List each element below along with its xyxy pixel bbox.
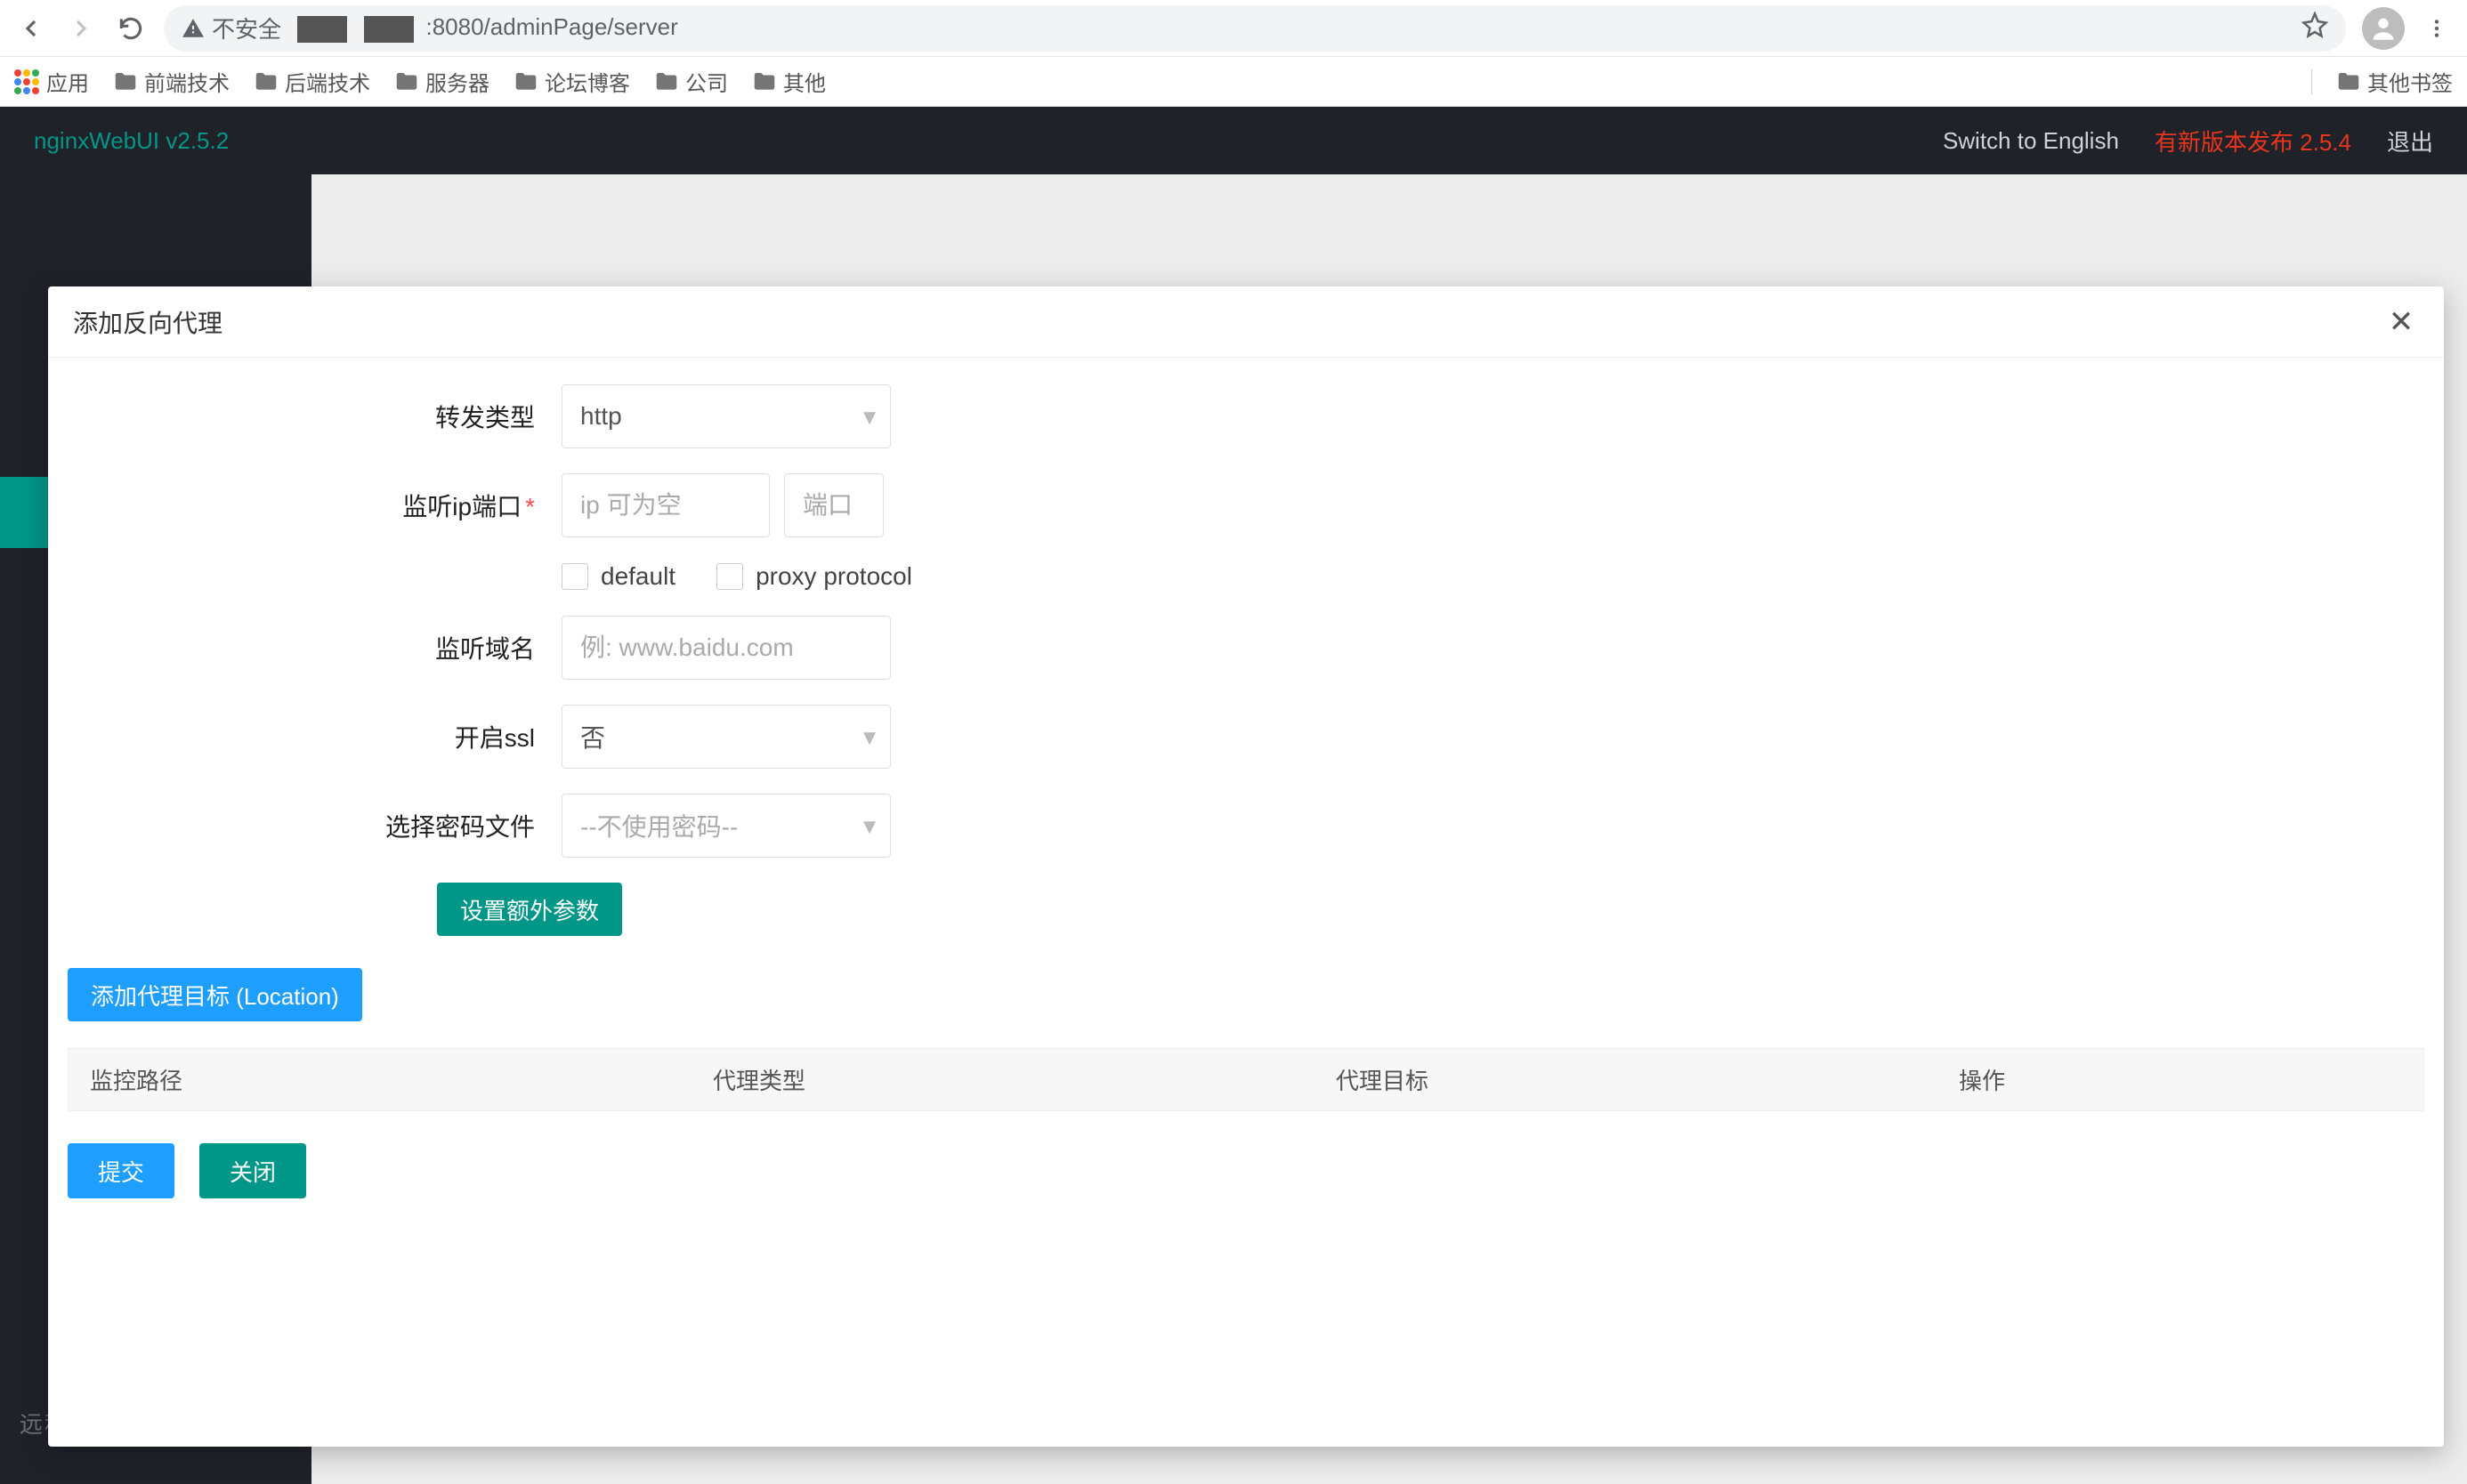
forward-icon: [64, 12, 98, 45]
listen-domain-input[interactable]: [562, 616, 891, 680]
url-mask: [297, 16, 347, 43]
bookmark-star-icon[interactable]: [2301, 12, 2328, 44]
default-checkbox[interactable]: default: [562, 562, 675, 591]
profile-avatar-icon[interactable]: [2362, 7, 2405, 50]
close-button[interactable]: 关闭: [199, 1143, 306, 1198]
kebab-menu-icon[interactable]: [2421, 12, 2453, 44]
chevron-down-icon: ▾: [863, 402, 876, 431]
bookmark-folder[interactable]: 前端技术: [112, 66, 230, 97]
col-path: 监控路径: [69, 1049, 692, 1110]
other-bookmarks[interactable]: 其他书签: [2335, 66, 2453, 97]
extra-params-button[interactable]: 设置额外参数: [437, 883, 622, 936]
password-file-select[interactable]: --不使用密码-- ▾: [562, 794, 891, 858]
brand: nginxWebUI v2.5.2: [34, 127, 229, 155]
label-enable-ssl: 开启ssl: [68, 719, 562, 754]
bookmark-folder[interactable]: 公司: [653, 66, 728, 97]
address-bar[interactable]: 不安全 :8080/adminPage/server: [164, 5, 2346, 52]
modal-body: 转发类型 http ▾ 监听ip端口* default: [48, 358, 2444, 1447]
bookmark-folder[interactable]: 论坛博客: [513, 66, 630, 97]
apps-launcher[interactable]: 应用: [14, 66, 89, 97]
app-shell: nginxWebUI v2.5.2 Switch to English 有新版本…: [0, 107, 2467, 1484]
submit-button[interactable]: 提交: [68, 1143, 174, 1198]
col-ops: 操作: [1937, 1049, 2423, 1110]
chevron-down-icon: ▾: [863, 811, 876, 841]
label-listen-ip-port: 监听ip端口*: [68, 488, 562, 523]
enable-ssl-value: 否: [580, 719, 605, 754]
browser-toolbar: 不安全 :8080/adminPage/server: [0, 0, 2467, 57]
insecure-label: 不安全: [212, 12, 281, 44]
add-reverse-proxy-modal: 添加反向代理 ✕ 转发类型 http ▾ 监听ip端口*: [48, 286, 2444, 1447]
bookmark-folder[interactable]: 其他: [751, 66, 826, 97]
listen-port-input[interactable]: [784, 473, 884, 537]
location-table: 监控路径 代理类型 代理目标 操作: [68, 1048, 2424, 1111]
logout-link[interactable]: 退出: [2387, 125, 2433, 157]
col-type: 代理类型: [692, 1049, 1314, 1110]
forward-type-select[interactable]: http ▾: [562, 384, 891, 448]
url-text: :8080/adminPage/server: [292, 13, 678, 42]
label-forward-type: 转发类型: [68, 399, 562, 434]
divider: [2311, 69, 2312, 94]
new-version-banner[interactable]: 有新版本发布 2.5.4: [2155, 125, 2351, 157]
modal-footer: 提交 关闭: [68, 1143, 2424, 1198]
forward-type-value: http: [580, 402, 622, 431]
reload-icon[interactable]: [114, 12, 148, 45]
apps-label: 应用: [46, 66, 89, 97]
apps-grid-icon: [14, 69, 39, 94]
col-target: 代理目标: [1314, 1049, 1937, 1110]
chevron-down-icon: ▾: [863, 722, 876, 752]
back-icon[interactable]: [14, 12, 48, 45]
table-header: 监控路径 代理类型 代理目标 操作: [69, 1049, 2423, 1110]
label-listen-domain: 监听域名: [68, 630, 562, 665]
close-icon[interactable]: ✕: [2383, 304, 2419, 340]
switch-language-link[interactable]: Switch to English: [1943, 127, 2119, 155]
bookmark-folder[interactable]: 后端技术: [253, 66, 370, 97]
modal-title: 添加反向代理: [73, 304, 222, 340]
listen-ip-input[interactable]: [562, 473, 770, 537]
modal-header: 添加反向代理 ✕: [48, 286, 2444, 358]
url-mask: [364, 16, 414, 43]
bookmark-folder[interactable]: 服务器: [393, 66, 489, 97]
add-location-button[interactable]: 添加代理目标 (Location): [68, 968, 362, 1021]
label-pwd-file: 选择密码文件: [68, 808, 562, 843]
password-file-value: --不使用密码--: [580, 808, 738, 843]
bookmarks-bar: 应用 前端技术 后端技术 服务器 论坛博客 公司 其他 其他书签: [0, 57, 2467, 107]
insecure-badge: 不安全: [182, 12, 281, 44]
app-header: nginxWebUI v2.5.2 Switch to English 有新版本…: [0, 107, 2467, 174]
enable-ssl-select[interactable]: 否 ▾: [562, 705, 891, 769]
proxy-protocol-checkbox[interactable]: proxy protocol: [716, 562, 912, 591]
